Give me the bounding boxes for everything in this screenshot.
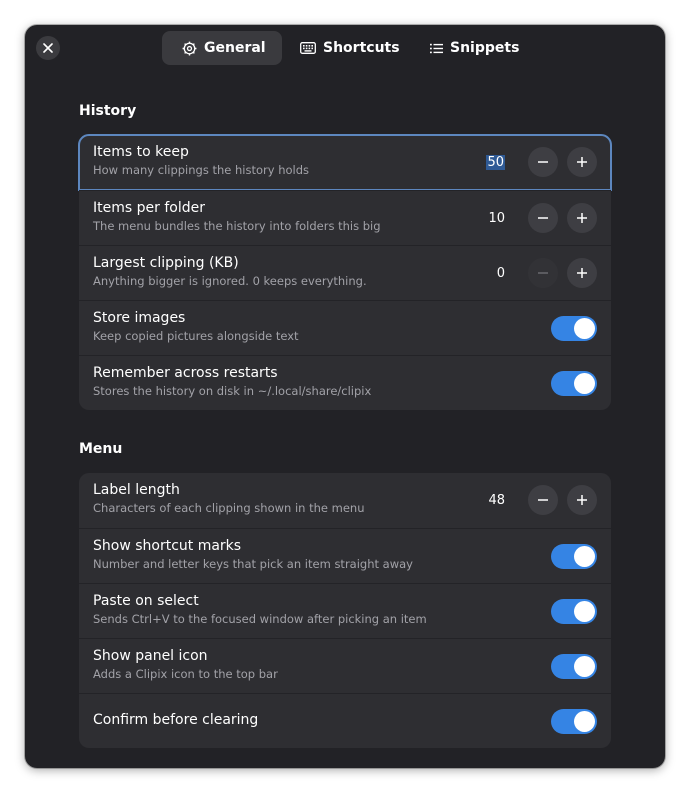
preferences-window: General Shortcuts Snippets History Items… (25, 25, 665, 768)
items-to-keep-value[interactable]: 50 (471, 154, 505, 170)
gear-icon (182, 41, 197, 56)
show-shortcut-marks-row: Show shortcut marks Number and letter ke… (79, 528, 611, 583)
label-length-title: Label length (93, 482, 180, 498)
remember-across-restarts-text: Remember across restarts Stores the hist… (93, 365, 371, 399)
items-per-folder-decrement-button[interactable] (528, 203, 558, 233)
confirm-before-clearing-row: Confirm before clearing (79, 693, 611, 748)
items-to-keep-value-text: 50 (486, 154, 505, 170)
paste-on-select-switch[interactable] (551, 599, 597, 624)
minus-icon (538, 217, 548, 219)
largest-clipping-value[interactable]: 0 (471, 266, 505, 281)
label-length-decrement-button[interactable] (528, 485, 558, 515)
switch-knob (574, 711, 595, 732)
switch-knob (574, 318, 595, 339)
items-to-keep-subtitle: How many clippings the history holds (93, 163, 310, 177)
switch-knob (574, 601, 595, 622)
show-panel-icon-subtitle: Adds a Clipix icon to the top bar (93, 667, 278, 681)
show-panel-icon-row: Show panel icon Adds a Clipix icon to th… (79, 638, 611, 693)
store-images-switch[interactable] (551, 316, 597, 341)
items-per-folder-increment-button[interactable] (567, 203, 597, 233)
largest-clipping-decrement-button (528, 258, 558, 288)
store-images-text: Store images Keep copied pictures alongs… (93, 310, 299, 344)
largest-clipping-spinbutton: 0 (471, 258, 597, 288)
switch-knob (574, 546, 595, 567)
items-per-folder-text: Items per folder The menu bundles the hi… (93, 200, 381, 234)
label-length-increment-button[interactable] (567, 485, 597, 515)
remember-across-restarts-switch[interactable] (551, 371, 597, 396)
header-bar: General Shortcuts Snippets (25, 25, 665, 71)
largest-clipping-increment-button[interactable] (567, 258, 597, 288)
tab-shortcuts-label: Shortcuts (323, 40, 400, 56)
minus-icon (538, 499, 548, 501)
paste-on-select-text: Paste on select Sends Ctrl+V to the focu… (93, 593, 427, 627)
label-length-subtitle: Characters of each clipping shown in the… (93, 501, 365, 515)
plus-icon (577, 157, 587, 167)
show-shortcut-marks-title: Show shortcut marks (93, 538, 242, 554)
keyboard-icon (300, 42, 316, 54)
items-to-keep-increment-button[interactable] (567, 147, 597, 177)
items-to-keep-row: Items to keep How many clippings the his… (78, 134, 612, 191)
plus-icon (577, 268, 587, 278)
remember-across-restarts-subtitle: Stores the history on disk in ~/.local/s… (93, 384, 372, 398)
menu-section-title: Menu (79, 441, 123, 457)
tab-general-label: General (204, 40, 266, 56)
show-panel-icon-text: Show panel icon Adds a Clipix icon to th… (93, 648, 278, 682)
items-to-keep-spinbutton: 50 (471, 147, 597, 177)
items-per-folder-subtitle: The menu bundles the history into folder… (93, 219, 381, 233)
paste-on-select-title: Paste on select (93, 593, 199, 609)
tab-snippets-label: Snippets (450, 40, 520, 56)
minus-icon (538, 272, 548, 274)
show-shortcut-marks-subtitle: Number and letter keys that pick an item… (93, 557, 413, 571)
minus-icon (538, 161, 548, 163)
confirm-before-clearing-title: Confirm before clearing (93, 712, 259, 728)
largest-clipping-row: Largest clipping (KB) Anything bigger is… (79, 245, 611, 300)
show-shortcut-marks-text: Show shortcut marks Number and letter ke… (93, 538, 413, 572)
close-button[interactable] (36, 36, 60, 60)
tab-shortcuts[interactable]: Shortcuts (282, 31, 422, 65)
largest-clipping-text: Largest clipping (KB) Anything bigger is… (93, 255, 367, 289)
menu-group: Label length Characters of each clipping… (79, 473, 611, 748)
close-icon (43, 43, 53, 53)
items-per-folder-spinbutton: 10 (471, 203, 597, 233)
label-length-text: Label length Characters of each clipping… (93, 482, 365, 516)
confirm-before-clearing-switch[interactable] (551, 709, 597, 734)
tab-general[interactable]: General (162, 31, 282, 65)
paste-on-select-subtitle: Sends Ctrl+V to the focused window after… (93, 612, 427, 626)
switch-knob (574, 373, 595, 394)
show-panel-icon-title: Show panel icon (93, 648, 208, 664)
items-to-keep-decrement-button[interactable] (528, 147, 558, 177)
items-to-keep-text: Items to keep How many clippings the his… (93, 144, 309, 178)
items-per-folder-row: Items per folder The menu bundles the hi… (79, 190, 611, 245)
confirm-before-clearing-text: Confirm before clearing (93, 712, 258, 729)
store-images-row: Store images Keep copied pictures alongs… (79, 300, 611, 355)
store-images-subtitle: Keep copied pictures alongside text (93, 329, 299, 343)
list-icon (430, 43, 443, 54)
largest-clipping-subtitle: Anything bigger is ignored. 0 keeps ever… (93, 274, 367, 288)
history-section-title: History (79, 103, 137, 119)
tab-snippets[interactable]: Snippets (422, 31, 532, 65)
items-to-keep-title: Items to keep (93, 144, 189, 160)
plus-icon (577, 213, 587, 223)
items-per-folder-value[interactable]: 10 (471, 211, 505, 226)
history-group: Items to keep How many clippings the his… (78, 134, 612, 410)
label-length-row: Label length Characters of each clipping… (79, 473, 611, 528)
remember-across-restarts-row: Remember across restarts Stores the hist… (79, 355, 611, 410)
switch-knob (574, 656, 595, 677)
plus-icon (577, 495, 587, 505)
store-images-title: Store images (93, 310, 186, 326)
label-length-spinbutton: 48 (471, 485, 597, 515)
show-shortcut-marks-switch[interactable] (551, 544, 597, 569)
remember-across-restarts-title: Remember across restarts (93, 365, 278, 381)
largest-clipping-title: Largest clipping (KB) (93, 255, 239, 271)
view-switcher: General Shortcuts Snippets (162, 31, 532, 65)
label-length-value[interactable]: 48 (471, 493, 505, 508)
items-per-folder-title: Items per folder (93, 200, 205, 216)
show-panel-icon-switch[interactable] (551, 654, 597, 679)
paste-on-select-row: Paste on select Sends Ctrl+V to the focu… (79, 583, 611, 638)
